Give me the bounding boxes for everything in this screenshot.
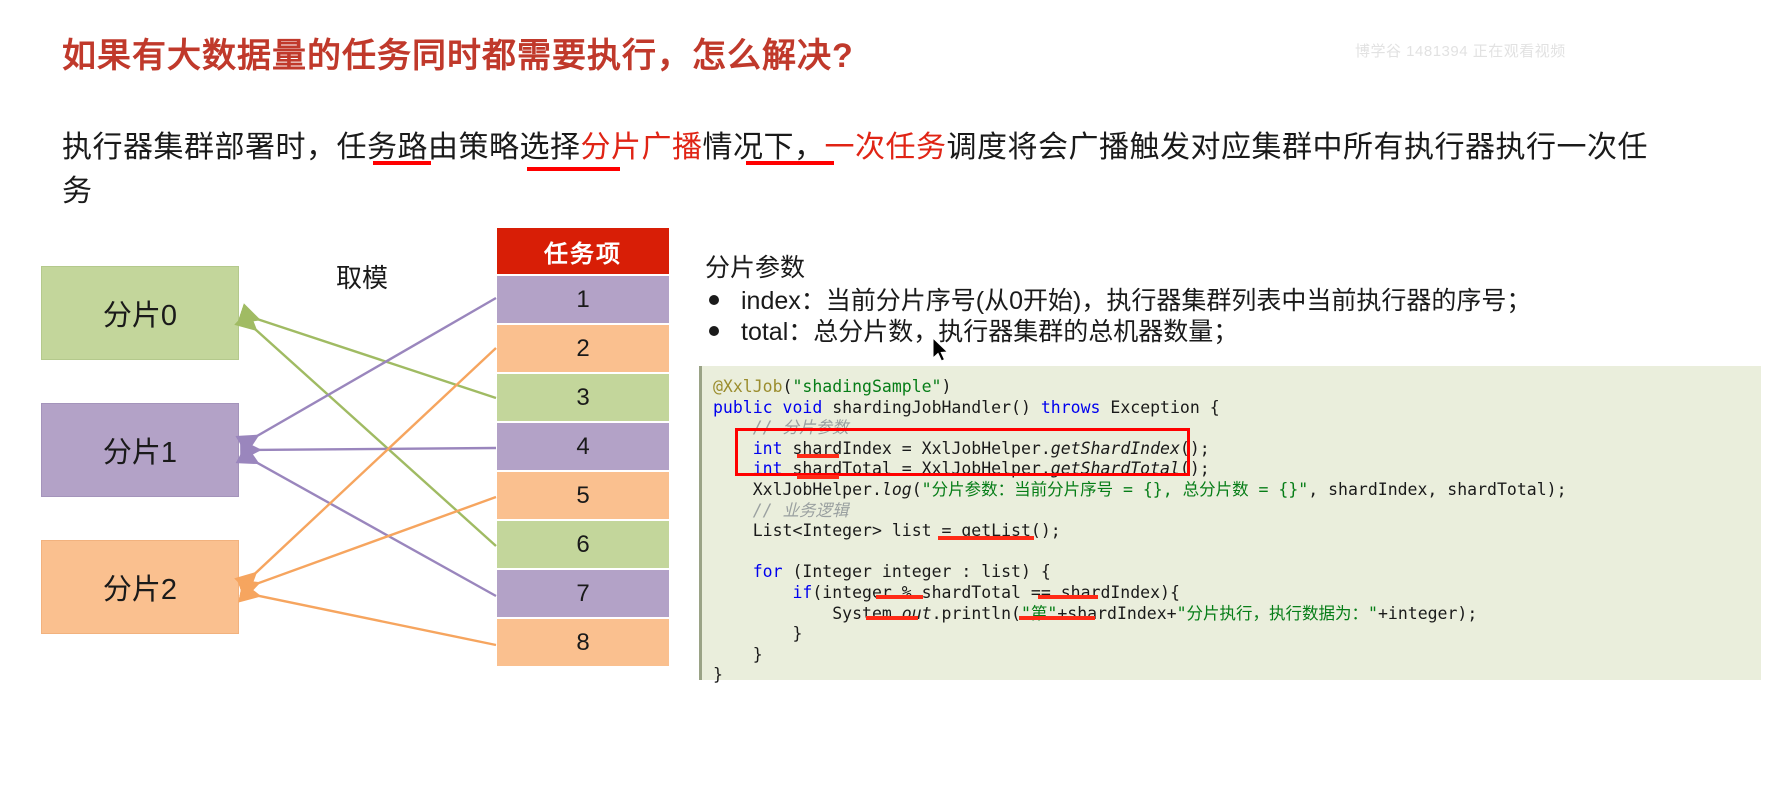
code-underline-getlist [938, 536, 1034, 540]
shard-box-1: 分片1 [41, 403, 239, 497]
page-title: 如果有大数据量的任务同时都需要执行，怎么解决? [62, 37, 854, 75]
code-block: @XxlJob("shadingSample") public void sha… [699, 366, 1761, 684]
code-log-args: , shardIndex, shardTotal); [1308, 479, 1567, 499]
paragraph-part-2: 情况下， [702, 131, 825, 164]
code-underline-println-arg [1019, 616, 1095, 620]
table-row: 4 [497, 421, 669, 470]
paragraph-highlight-1: 分片广播 [580, 131, 703, 164]
code-println-concat-2: +integer); [1377, 603, 1478, 623]
slide-canvas: 博学谷 1481394 正在观看视频 如果有大数据量的任务同时都需要执行，怎么解… [0, 0, 1777, 787]
code-comment-business-logic: // 业务逻辑 [752, 500, 849, 520]
code-close-brace-1: } [792, 624, 803, 644]
paragraph-underline-3 [746, 161, 834, 165]
mouse-cursor-icon [932, 337, 949, 362]
code-signature-tail: Exception { [1100, 397, 1220, 417]
paragraph-part-1: 执行器集群部署时，任务路由策略选择 [62, 131, 581, 164]
bullet-dot-icon [709, 326, 719, 336]
task-item-table: 任务项 1 2 3 4 5 6 7 8 [497, 228, 669, 666]
code-println-open: .println( [931, 603, 1021, 623]
bullet-dot-icon [709, 295, 719, 305]
params-heading: 分片参数 [705, 254, 806, 282]
param-bullet-total: total：总分片数，执行器集群的总机器数量； [709, 312, 1238, 348]
table-row: 8 [497, 617, 669, 666]
shard-label-0: 分片0 [102, 300, 178, 332]
code-underline-system-out [866, 616, 918, 620]
code-method-signature: shardingJobHandler() [822, 397, 1041, 417]
mod-operation-label: 取模 [336, 263, 389, 293]
code-log-prefix: XxlJobHelper. [752, 479, 882, 499]
slide-paragraph: 执行器集群部署时，任务路由策略选择分片广播情况下，一次任务调度将会广播触发对应集… [62, 126, 1672, 213]
table-row: 7 [497, 568, 669, 617]
shard-label-2: 分片2 [102, 574, 178, 606]
watermark-text: 博学谷 1481394 正在观看视频 [1355, 43, 1566, 60]
code-kw-for: for [752, 562, 783, 582]
code-highlight-box [735, 428, 1190, 476]
table-row: 6 [497, 519, 669, 568]
table-header-cell: 任务项 [497, 228, 669, 274]
shard-box-2: 分片2 [41, 540, 239, 634]
table-row: 2 [497, 323, 669, 372]
code-if-rest: (integer % shardTotal == shardIndex){ [812, 582, 1180, 602]
table-row: 3 [497, 372, 669, 421]
code-close-brace-2: } [752, 644, 763, 664]
code-kw-public: public [713, 397, 773, 417]
code-underline-shardindex-if [1038, 595, 1098, 599]
code-underline-shardtotal-if [876, 595, 923, 599]
code-close-brace-3: } [713, 665, 723, 685]
code-kw-void: void [782, 397, 823, 417]
code-println-string-2: "分片执行，执行数据为：" [1176, 603, 1378, 623]
param-bullet-total-text: total：总分片数，执行器集群的总机器数量； [741, 318, 1239, 346]
code-for-rest: (Integer integer : list) { [782, 562, 1051, 582]
code-string-jobname: "shadingSample" [792, 377, 942, 396]
code-method-log: log [881, 479, 912, 499]
code-annotation: @XxlJob [713, 377, 783, 396]
paragraph-highlight-2: 一次任务 [824, 131, 947, 164]
code-underline-shardtotal [797, 475, 839, 479]
paragraph-underline-1 [373, 161, 431, 165]
code-log-format-string: "分片参数：当前分片序号 = {}, 总分片数 = {}" [921, 479, 1309, 499]
code-underline-shardindex [797, 454, 839, 458]
code-kw-throws: throws [1040, 397, 1101, 417]
code-kw-if: if [792, 582, 813, 602]
table-row: 5 [497, 470, 669, 519]
table-row: 1 [497, 274, 669, 323]
shard-label-1: 分片1 [102, 437, 178, 469]
shard-box-0: 分片0 [41, 266, 239, 360]
paragraph-underline-2 [527, 167, 620, 171]
code-log-open: ( [911, 479, 922, 499]
